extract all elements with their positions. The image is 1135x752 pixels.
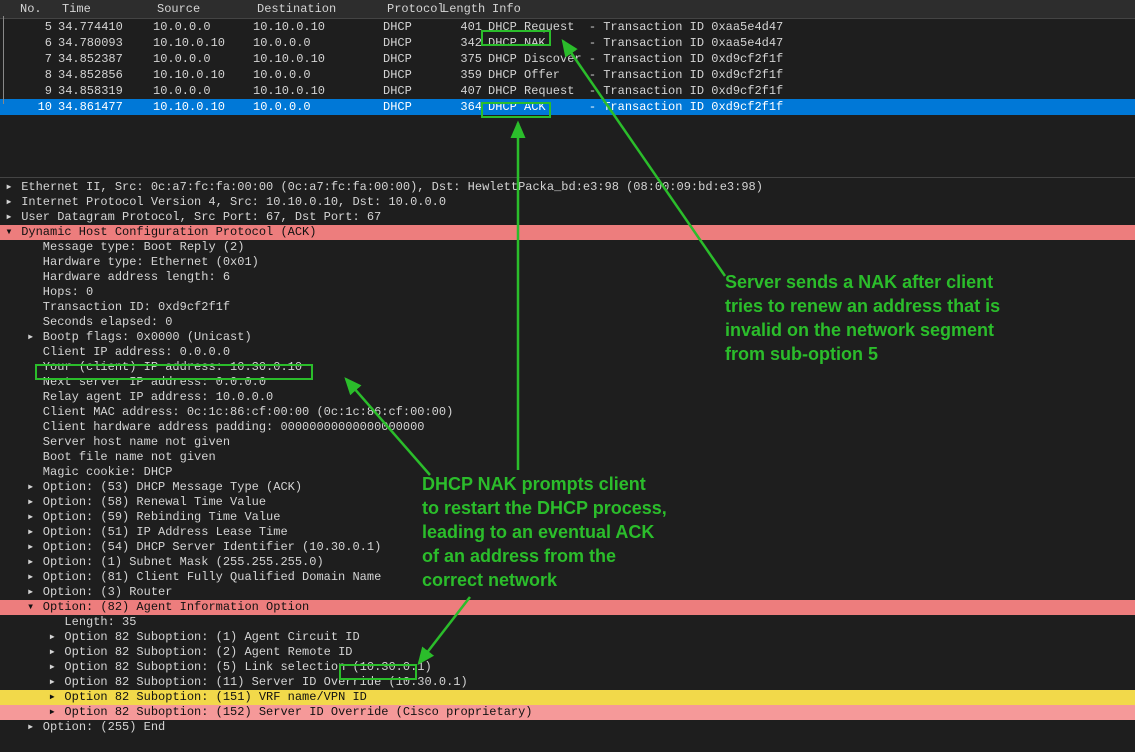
detail-line[interactable]: Relay agent IP address: 10.0.0.0	[0, 390, 1135, 405]
detail-line[interactable]: Client IP address: 0.0.0.0	[0, 345, 1135, 360]
detail-line[interactable]: Boot file name not given	[0, 450, 1135, 465]
expand-arrow-icon[interactable]: ▸	[26, 585, 36, 600]
expand-arrow-icon[interactable]: ▸	[47, 630, 57, 645]
expand-arrow-icon	[26, 240, 36, 255]
expand-arrow-icon	[26, 390, 36, 405]
conversation-bracket	[3, 16, 15, 104]
detail-line[interactable]: ▸ Option: (59) Rebinding Time Value	[0, 510, 1135, 525]
packet-row[interactable]: 734.85238710.0.0.010.10.0.10DHCP375DHCP …	[0, 51, 1135, 67]
detail-line[interactable]: ▸ Option: (53) DHCP Message Type (ACK)	[0, 480, 1135, 495]
packet-row[interactable]: 634.78009310.10.0.1010.0.0.0DHCP342DHCP …	[0, 35, 1135, 51]
detail-line[interactable]: ▸ Option 82 Suboption: (152) Server ID O…	[0, 705, 1135, 720]
detail-line[interactable]: ▸ Option 82 Suboption: (1) Agent Circuit…	[0, 630, 1135, 645]
expand-arrow-icon	[26, 270, 36, 285]
packet-row[interactable]: 834.85285610.10.0.1010.0.0.0DHCP359DHCP …	[0, 67, 1135, 83]
detail-line[interactable]: ▸ Option 82 Suboption: (2) Agent Remote …	[0, 645, 1135, 660]
expand-arrow-icon[interactable]: ▸	[26, 510, 36, 525]
expand-arrow-icon[interactable]: ▸	[47, 675, 57, 690]
detail-line[interactable]: ▸ Ethernet II, Src: 0c:a7:fc:fa:00:00 (0…	[0, 180, 1135, 195]
packet-row[interactable]: 1034.86147710.10.0.1010.0.0.0DHCP364DHCP…	[0, 99, 1135, 115]
detail-line[interactable]: ▾ Option: (82) Agent Information Option	[0, 600, 1135, 615]
detail-line[interactable]: Magic cookie: DHCP	[0, 465, 1135, 480]
detail-line[interactable]: Length: 35	[0, 615, 1135, 630]
expand-arrow-icon	[26, 255, 36, 270]
expand-arrow-icon	[26, 360, 36, 375]
packet-rows: 534.77441010.0.0.010.10.0.10DHCP401DHCP …	[0, 19, 1135, 115]
expand-arrow-icon[interactable]: ▸	[26, 720, 36, 735]
expand-arrow-icon	[26, 465, 36, 480]
expand-arrow-icon[interactable]: ▾	[4, 225, 14, 240]
expand-arrow-icon[interactable]: ▸	[26, 570, 36, 585]
detail-line[interactable]: ▸ Option 82 Suboption: (11) Server ID Ov…	[0, 675, 1135, 690]
detail-line[interactable]: ▸ Option: (54) DHCP Server Identifier (1…	[0, 540, 1135, 555]
expand-arrow-icon[interactable]: ▸	[4, 210, 14, 225]
expand-arrow-icon	[47, 615, 57, 630]
col-header-length[interactable]: Length	[438, 2, 488, 16]
expand-arrow-icon	[26, 315, 36, 330]
detail-line[interactable]: ▸ Option 82 Suboption: (151) VRF name/VP…	[0, 690, 1135, 705]
detail-line[interactable]: ▸ Option: (58) Renewal Time Value	[0, 495, 1135, 510]
detail-line[interactable]: ▸ Option: (255) End	[0, 720, 1135, 735]
detail-line[interactable]: ▾ Dynamic Host Configuration Protocol (A…	[0, 225, 1135, 240]
detail-line[interactable]: Hardware type: Ethernet (0x01)	[0, 255, 1135, 270]
expand-arrow-icon	[26, 345, 36, 360]
expand-arrow-icon	[26, 300, 36, 315]
detail-line[interactable]: Server host name not given	[0, 435, 1135, 450]
detail-line[interactable]: ▸ Option 82 Suboption: (5) Link selectio…	[0, 660, 1135, 675]
expand-arrow-icon[interactable]: ▸	[4, 195, 14, 210]
detail-line[interactable]: Your (client) IP address: 10.30.0.10	[0, 360, 1135, 375]
expand-arrow-icon[interactable]: ▸	[26, 495, 36, 510]
detail-line[interactable]: ▸ Option: (81) Client Fully Qualified Do…	[0, 570, 1135, 585]
expand-arrow-icon[interactable]: ▸	[47, 705, 57, 720]
detail-line[interactable]: Hardware address length: 6	[0, 270, 1135, 285]
packet-row[interactable]: 934.85831910.0.0.010.10.0.10DHCP407DHCP …	[0, 83, 1135, 99]
col-header-source[interactable]: Source	[153, 2, 253, 16]
detail-line[interactable]: Next server IP address: 0.0.0.0	[0, 375, 1135, 390]
detail-line[interactable]: ▸ Option: (51) IP Address Lease Time	[0, 525, 1135, 540]
detail-line[interactable]: Transaction ID: 0xd9cf2f1f	[0, 300, 1135, 315]
detail-line[interactable]: ▸ Bootp flags: 0x0000 (Unicast)	[0, 330, 1135, 345]
expand-arrow-icon[interactable]: ▸	[26, 330, 36, 345]
expand-arrow-icon[interactable]: ▸	[47, 690, 57, 705]
expand-arrow-icon	[26, 405, 36, 420]
detail-line[interactable]: ▸ Internet Protocol Version 4, Src: 10.1…	[0, 195, 1135, 210]
col-header-protocol[interactable]: Protocol	[383, 2, 438, 16]
detail-line[interactable]: ▸ User Datagram Protocol, Src Port: 67, …	[0, 210, 1135, 225]
expand-arrow-icon	[26, 435, 36, 450]
expand-arrow-icon	[26, 420, 36, 435]
expand-arrow-icon[interactable]: ▾	[26, 600, 36, 615]
col-header-info[interactable]: Info	[488, 2, 1135, 16]
detail-line[interactable]: Client MAC address: 0c:1c:86:cf:00:00 (0…	[0, 405, 1135, 420]
expand-arrow-icon[interactable]: ▸	[26, 480, 36, 495]
packet-list-header: No. Time Source Destination Protocol Len…	[0, 0, 1135, 19]
col-header-no[interactable]: No.	[0, 2, 58, 16]
detail-line[interactable]: Seconds elapsed: 0	[0, 315, 1135, 330]
expand-arrow-icon[interactable]: ▸	[26, 525, 36, 540]
expand-arrow-icon[interactable]: ▸	[26, 555, 36, 570]
detail-line[interactable]: ▸ Option: (1) Subnet Mask (255.255.255.0…	[0, 555, 1135, 570]
packet-row[interactable]: 534.77441010.0.0.010.10.0.10DHCP401DHCP …	[0, 19, 1135, 35]
expand-arrow-icon	[26, 285, 36, 300]
expand-arrow-icon	[26, 375, 36, 390]
packet-details-pane[interactable]: ▸ Ethernet II, Src: 0c:a7:fc:fa:00:00 (0…	[0, 178, 1135, 737]
col-header-time[interactable]: Time	[58, 2, 153, 16]
expand-arrow-icon[interactable]: ▸	[47, 645, 57, 660]
expand-arrow-icon[interactable]: ▸	[26, 540, 36, 555]
expand-arrow-icon[interactable]: ▸	[4, 180, 14, 195]
detail-line[interactable]: Client hardware address padding: 0000000…	[0, 420, 1135, 435]
col-header-destination[interactable]: Destination	[253, 2, 383, 16]
expand-arrow-icon	[26, 450, 36, 465]
expand-arrow-icon[interactable]: ▸	[47, 660, 57, 675]
detail-line[interactable]: Hops: 0	[0, 285, 1135, 300]
detail-line[interactable]: Message type: Boot Reply (2)	[0, 240, 1135, 255]
detail-line[interactable]: ▸ Option: (3) Router	[0, 585, 1135, 600]
packet-list-pane[interactable]: No. Time Source Destination Protocol Len…	[0, 0, 1135, 178]
